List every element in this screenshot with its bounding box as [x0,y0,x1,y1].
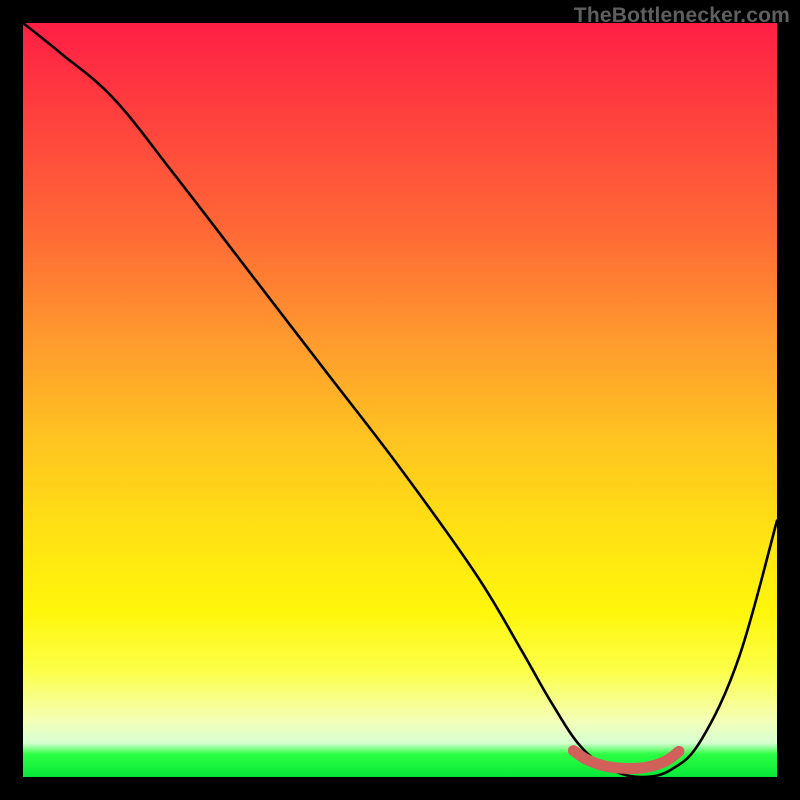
trough-marker [573,751,679,769]
bottleneck-curve [23,23,777,777]
bottleneck-line-chart [23,23,777,777]
chart-stage: TheBottlenecker.com [0,0,800,800]
plot-area [23,23,777,777]
